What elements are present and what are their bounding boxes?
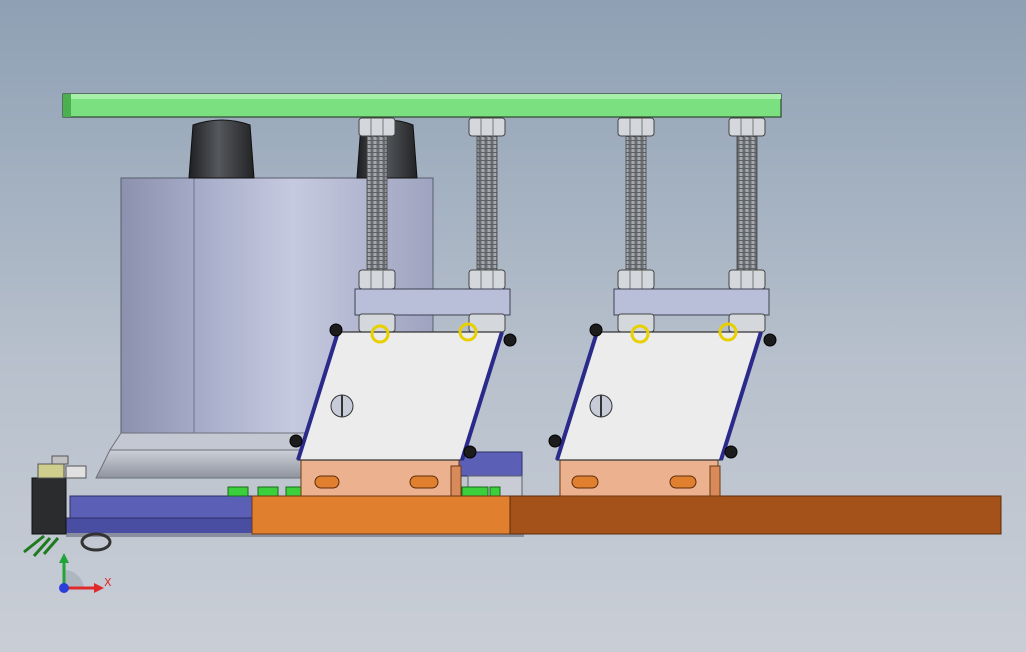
hex-nut[interactable] (468, 269, 506, 290)
bracket-plate-right[interactable] (555, 331, 763, 461)
x-axis-arrow-icon (94, 583, 104, 593)
threaded-rod[interactable] (476, 132, 498, 274)
coordinate-triad[interactable]: X (59, 553, 112, 593)
bolt-head[interactable] (548, 434, 562, 448)
bolt-head[interactable] (589, 323, 603, 337)
hex-nut[interactable] (358, 269, 396, 290)
y-axis-arrow-icon (59, 553, 69, 563)
bolt-head[interactable] (724, 445, 738, 459)
bolt-head[interactable] (329, 323, 343, 337)
clamp-bar-left[interactable] (354, 288, 511, 316)
hex-nut[interactable] (617, 117, 655, 137)
slotted-screw[interactable] (330, 394, 354, 418)
hex-nut[interactable] (728, 269, 766, 290)
threaded-rod[interactable] (366, 132, 388, 274)
hex-nut[interactable] (617, 269, 655, 290)
x-axis-label: X (104, 576, 112, 589)
z-axis-dot-icon (59, 583, 69, 593)
copper-busbar-right[interactable] (509, 495, 1002, 535)
copper-busbar-left[interactable] (251, 495, 511, 535)
hex-nut[interactable] (358, 313, 396, 333)
threaded-rod[interactable] (736, 132, 758, 274)
cad-graphics-viewport[interactable]: X (0, 0, 1026, 652)
bolt-head[interactable] (503, 333, 517, 347)
slotted-screw[interactable] (589, 394, 613, 418)
hex-nut[interactable] (468, 117, 506, 137)
clamp-bar-right[interactable] (613, 288, 770, 316)
threaded-rod[interactable] (625, 132, 647, 274)
assembly-model: X (23, 93, 1002, 593)
hex-nut[interactable] (617, 313, 655, 333)
bolt-head[interactable] (763, 333, 777, 347)
bolt-head[interactable] (289, 434, 303, 448)
top-plate[interactable] (62, 93, 782, 118)
bolt-head[interactable] (463, 445, 477, 459)
hex-nut[interactable] (358, 117, 396, 137)
cylinder-knob-left[interactable] (188, 119, 255, 179)
hex-nut[interactable] (728, 117, 766, 137)
